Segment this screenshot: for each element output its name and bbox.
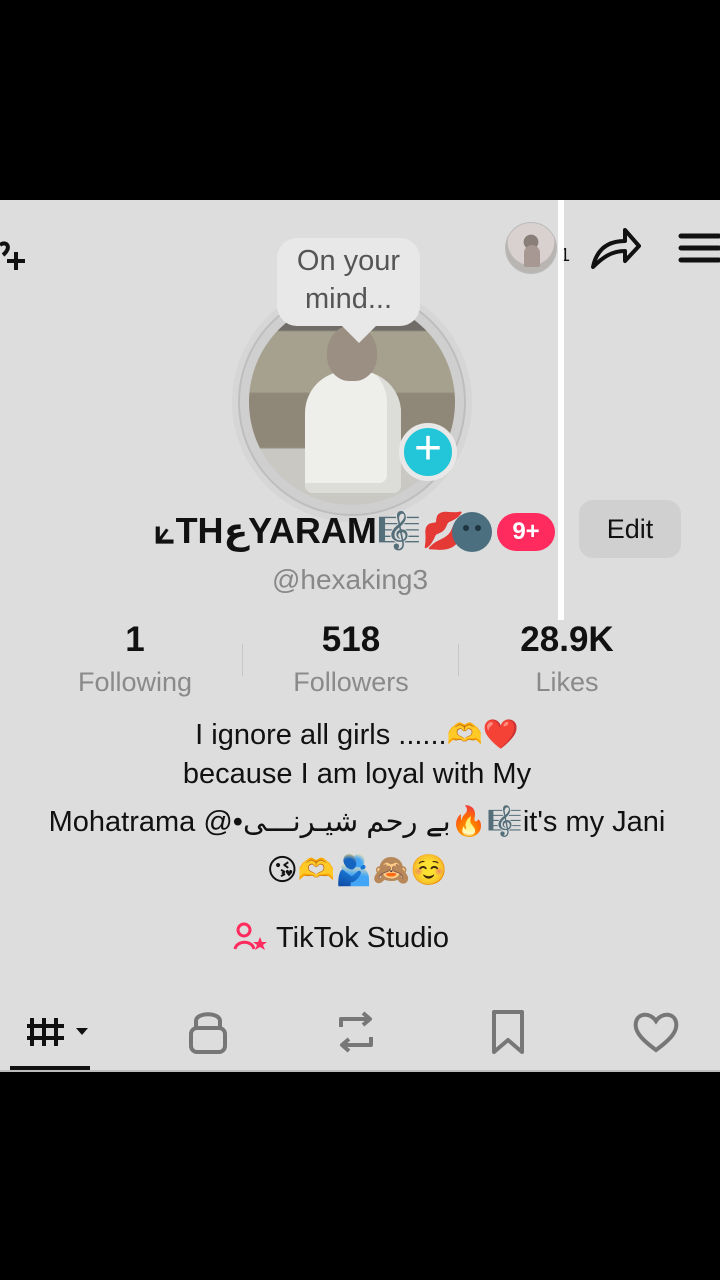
share-icon[interactable]: [588, 224, 642, 270]
tabs-bottom-line: [0, 1070, 720, 1072]
followers-stat[interactable]: 518 Followers: [244, 620, 458, 698]
heart-icon[interactable]: [626, 1008, 686, 1056]
stats-divider: [242, 644, 243, 676]
grid-icon[interactable]: [26, 1008, 102, 1056]
display-name: ⟀THعYARAM🎼💋: [154, 510, 467, 551]
tiktok-studio-label: TikTok Studio: [276, 922, 449, 954]
edit-profile-button[interactable]: Edit: [579, 500, 681, 558]
followers-label: Followers: [293, 667, 409, 697]
stats-divider: [458, 644, 459, 676]
profile-tabs: [0, 990, 720, 1072]
username: @hexaking3: [271, 564, 429, 595]
repost-icon[interactable]: [326, 1008, 386, 1056]
following-stat[interactable]: 1 Following: [28, 620, 242, 698]
likes-stat[interactable]: 28.9K Likes: [460, 620, 674, 698]
lock-icon[interactable]: [178, 1008, 238, 1056]
tiktok-studio-link[interactable]: TikTok Studio: [232, 920, 492, 960]
studio-icon: [233, 922, 267, 950]
add-story-icon[interactable]: +: [399, 423, 457, 481]
moon-icon: [452, 512, 492, 552]
bio-line: Mohatrama @•بے رحم شیـرنـــی🔥🎼it's my Ja…: [48, 806, 666, 838]
bookmark-icon[interactable]: [478, 1008, 538, 1056]
profile-name-row: ⟀THعYARAM🎼💋 9+: [150, 500, 570, 562]
menu-icon[interactable]: [678, 228, 720, 268]
likes-label: Likes: [535, 667, 599, 697]
account-avatar[interactable]: [505, 222, 557, 274]
following-label: Following: [77, 667, 193, 697]
notification-badge[interactable]: 9+: [497, 513, 555, 551]
following-count: 1: [125, 620, 145, 659]
profile-person-body: [305, 371, 401, 493]
profile-bio: I ignore all girls ......🫶❤️ because I a…: [32, 716, 682, 890]
profile-screen: 1 On your mind... + ⟀THعYARAM🎼💋 9+ Edit …: [0, 200, 720, 1072]
bio-line: I ignore all girls ......🫶❤️: [195, 719, 519, 751]
likes-count: 28.9K: [520, 620, 614, 659]
followers-count: 518: [321, 620, 381, 659]
add-user-icon[interactable]: [0, 228, 34, 278]
status-bubble[interactable]: On your mind...: [277, 238, 420, 326]
profile-stats: 1 Following 518 Followers 28.9K Likes: [28, 620, 678, 700]
bio-emoji-line: 😘🫶🫂🙈☺️: [266, 854, 448, 887]
bio-line: because I am loyal with My: [182, 758, 532, 790]
